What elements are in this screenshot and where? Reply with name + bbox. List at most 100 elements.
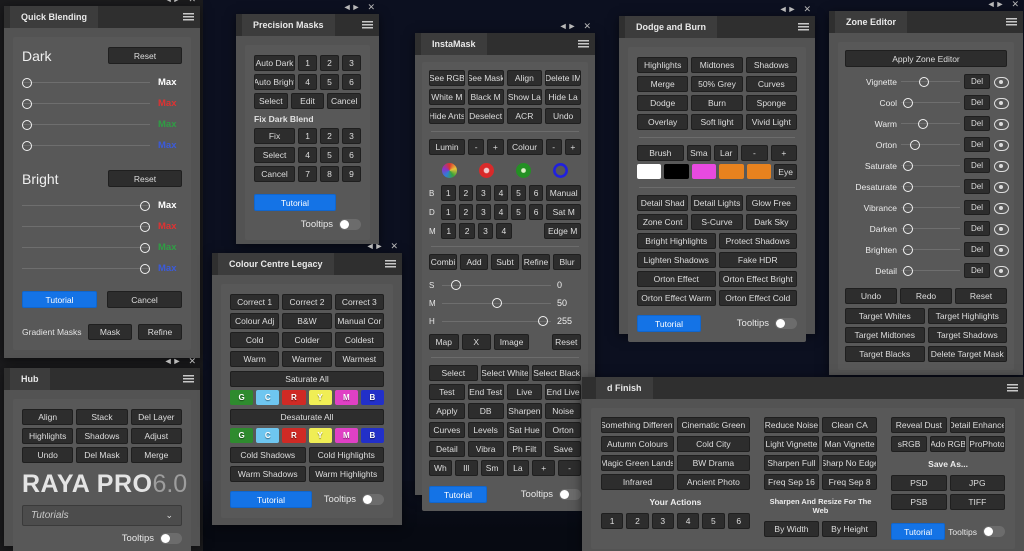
tab-dodge-and-burn[interactable]: Dodge and Burn: [625, 16, 717, 38]
tutorial-button[interactable]: Tutorial: [637, 315, 701, 332]
sat-hue-button[interactable]: Sat Hue: [506, 422, 543, 438]
reveal-dust-button[interactable]: Reveal Dust: [891, 417, 947, 433]
h-slider-track[interactable]: [442, 315, 551, 327]
detail-button[interactable]: Detail: [429, 441, 465, 457]
hub-button-align[interactable]: Align: [22, 409, 74, 425]
green-circle-icon[interactable]: [516, 163, 531, 178]
midtones-button[interactable]: Midtones: [691, 57, 743, 73]
zone-del-button[interactable]: Del: [964, 221, 990, 236]
s-slider-knob[interactable]: [450, 280, 461, 290]
saturate-swatch-c[interactable]: C: [256, 390, 280, 405]
warm-button[interactable]: Warm: [230, 351, 280, 367]
by-width-button[interactable]: By Width: [763, 521, 820, 537]
tutorial-button[interactable]: Tutorial: [254, 194, 336, 211]
bright-reset-button[interactable]: Reset: [108, 170, 182, 187]
bright-slider-track-2[interactable]: [22, 221, 150, 233]
select-white-button[interactable]: Select White: [480, 365, 530, 381]
auto-dark-3[interactable]: 3: [342, 55, 362, 71]
eye-icon[interactable]: [994, 118, 1009, 130]
black-m-button[interactable]: Black M: [467, 89, 504, 105]
rgb-wheel-circle-icon[interactable]: [442, 163, 457, 178]
align-button[interactable]: Align: [506, 70, 543, 86]
undo-button[interactable]: Undo: [845, 288, 897, 304]
cinematic-green-button[interactable]: Cinematic Green: [676, 417, 750, 433]
zone-del-button[interactable]: Del: [964, 179, 990, 194]
orton-effect-button[interactable]: Orton Effect: [637, 271, 716, 287]
colour-adj-button[interactable]: Colour Adj: [230, 313, 280, 329]
end-live-button[interactable]: End Live: [545, 384, 581, 400]
plus-button[interactable]: +: [532, 460, 556, 476]
reset-button[interactable]: Reset: [551, 334, 581, 350]
desaturate-swatch-g[interactable]: G: [230, 428, 254, 443]
sharpen-full-button[interactable]: Sharpen Full: [763, 455, 820, 471]
close-icon[interactable]: ✕: [1011, 0, 1019, 9]
s-curve-button[interactable]: S-Curve: [691, 214, 743, 230]
bw-drama-button[interactable]: BW Drama: [676, 455, 750, 471]
vivid-light-button[interactable]: Vivid Light: [745, 114, 797, 130]
fix-3[interactable]: 3: [342, 128, 362, 144]
white-m-button[interactable]: White M: [429, 89, 465, 105]
ill-button[interactable]: Ill: [454, 460, 478, 476]
target-blacks-button[interactable]: Target Blacks: [845, 346, 925, 362]
overlay-button[interactable]: Overlay: [637, 114, 689, 130]
merge-button[interactable]: Merge: [637, 76, 689, 92]
orton-button[interactable]: Orton: [545, 422, 581, 438]
zone-slider-track[interactable]: [901, 118, 960, 130]
correct-3-button[interactable]: Correct 3: [334, 294, 384, 310]
soft-light-button[interactable]: Soft light: [691, 114, 743, 130]
saturate-all-button[interactable]: Saturate All: [230, 371, 384, 387]
map-button[interactable]: Map: [429, 334, 459, 350]
hub-button-undo[interactable]: Undo: [22, 447, 74, 463]
zone-del-button[interactable]: Del: [964, 242, 990, 257]
cancel-button[interactable]: Cancel: [327, 93, 362, 109]
sat-m-button[interactable]: Sat M: [546, 204, 582, 220]
saturate-swatch-m[interactable]: M: [334, 390, 358, 405]
clean-ca-button[interactable]: Clean CA: [822, 417, 878, 433]
desaturate-swatch-m[interactable]: M: [334, 428, 358, 443]
show-la-button[interactable]: Show La: [506, 89, 543, 105]
zone-slider-knob[interactable]: [909, 139, 920, 150]
magic-green-lands-button[interactable]: Magic Green Lands: [601, 455, 674, 471]
warmer-button[interactable]: Warmer: [282, 351, 332, 367]
manual-button[interactable]: Manual: [546, 185, 582, 201]
brush-minus-button[interactable]: -: [741, 145, 768, 161]
minimize-icon[interactable]: ◄►: [366, 242, 384, 251]
zone-cont-button[interactable]: Zone Cont: [637, 214, 689, 230]
d-5[interactable]: 5: [511, 204, 526, 220]
blue-circle-icon[interactable]: [553, 163, 568, 178]
dark-slider-track-1[interactable]: [22, 77, 150, 89]
dark-slider-track-3[interactable]: [22, 119, 150, 131]
saturate-swatch-r[interactable]: R: [282, 390, 306, 405]
fifty-percent-grey-button[interactable]: 50% Grey: [691, 76, 743, 92]
eye-icon[interactable]: [994, 76, 1009, 88]
fix-8[interactable]: 8: [320, 166, 340, 182]
fix-7[interactable]: 7: [298, 166, 318, 182]
tooltips-toggle[interactable]: [775, 318, 797, 329]
m-slider-knob[interactable]: [492, 298, 503, 308]
colour-plus-button[interactable]: +: [564, 139, 581, 155]
ancient-photo-button[interactable]: Ancient Photo: [676, 474, 750, 490]
highlights-button[interactable]: Highlights: [637, 57, 689, 73]
curves-button[interactable]: Curves: [429, 422, 465, 438]
small-brush-button[interactable]: Sma: [686, 145, 711, 161]
colour-minus-button[interactable]: -: [545, 139, 562, 155]
orton-effect-cold-button[interactable]: Orton Effect Cold: [718, 290, 797, 306]
zone-slider-track[interactable]: [901, 244, 960, 256]
minimize-icon[interactable]: ◄►: [343, 3, 361, 12]
bright-slider-track-4[interactable]: [22, 263, 150, 275]
tooltips-toggle[interactable]: [339, 219, 361, 230]
redo-button[interactable]: Redo: [900, 288, 952, 304]
b-1[interactable]: 1: [441, 185, 456, 201]
save-jpg-button[interactable]: JPG: [949, 475, 1006, 491]
correct-1-button[interactable]: Correct 1: [230, 294, 280, 310]
zone-del-button[interactable]: Del: [964, 116, 990, 131]
coldest-button[interactable]: Coldest: [334, 332, 384, 348]
zone-slider-knob[interactable]: [902, 160, 913, 171]
m-slider-track[interactable]: [442, 297, 551, 309]
sharpen-button[interactable]: Sharpen: [506, 403, 543, 419]
desaturate-swatch-c[interactable]: C: [256, 428, 280, 443]
eye-icon[interactable]: [994, 223, 1009, 235]
tab-instamask[interactable]: InstaMask: [421, 33, 487, 55]
saturate-swatch-b[interactable]: B: [360, 390, 385, 405]
target-highlights-button[interactable]: Target Highlights: [927, 308, 1007, 324]
